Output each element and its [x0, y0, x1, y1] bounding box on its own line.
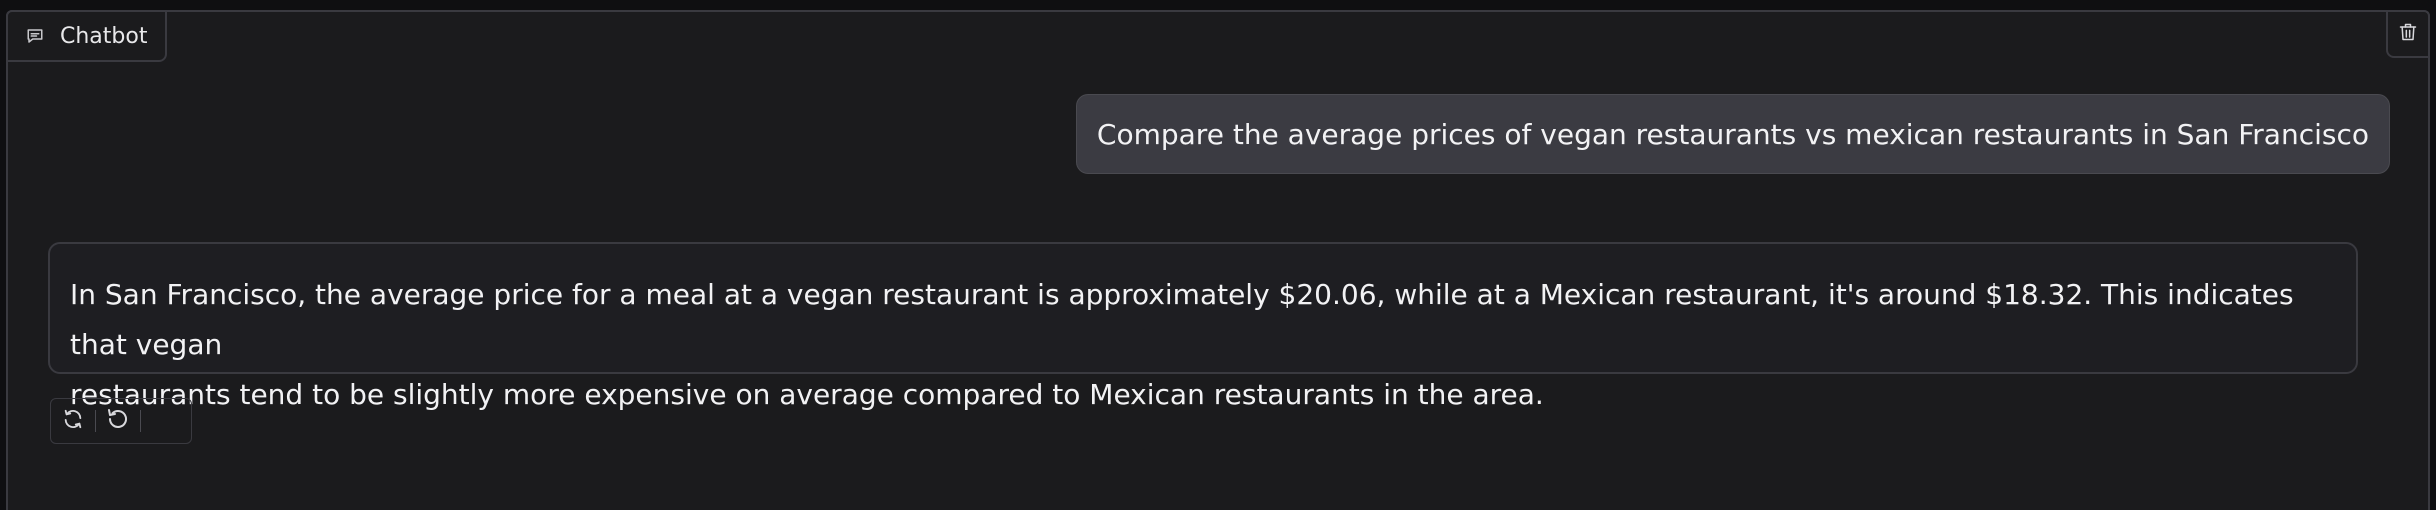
assistant-message-line-2: restaurants tend to be slightly more exp…	[70, 378, 1544, 411]
undo-button[interactable]	[96, 399, 140, 443]
clear-chat-button[interactable]	[2386, 10, 2430, 58]
user-message: Compare the average prices of vegan rest…	[1075, 94, 2390, 174]
user-message-text: Compare the average prices of vegan rest…	[1096, 117, 2369, 151]
action-separator	[140, 410, 141, 432]
trash-icon	[2398, 21, 2418, 47]
chatbot-label-text: Chatbot	[60, 23, 148, 49]
retry-button[interactable]	[51, 399, 95, 443]
retry-icon	[62, 408, 84, 434]
chatbot-label: Chatbot	[6, 10, 168, 62]
undo-icon	[106, 407, 130, 435]
chatbot-panel: Chatbot Compare the average prices of ve…	[6, 10, 2430, 510]
chat-bubble-icon	[26, 27, 44, 45]
assistant-message: In San Francisco, the average price for …	[48, 242, 2358, 411]
assistant-message-line-1: In San Francisco, the average price for …	[70, 278, 2294, 361]
message-actions	[50, 398, 192, 444]
